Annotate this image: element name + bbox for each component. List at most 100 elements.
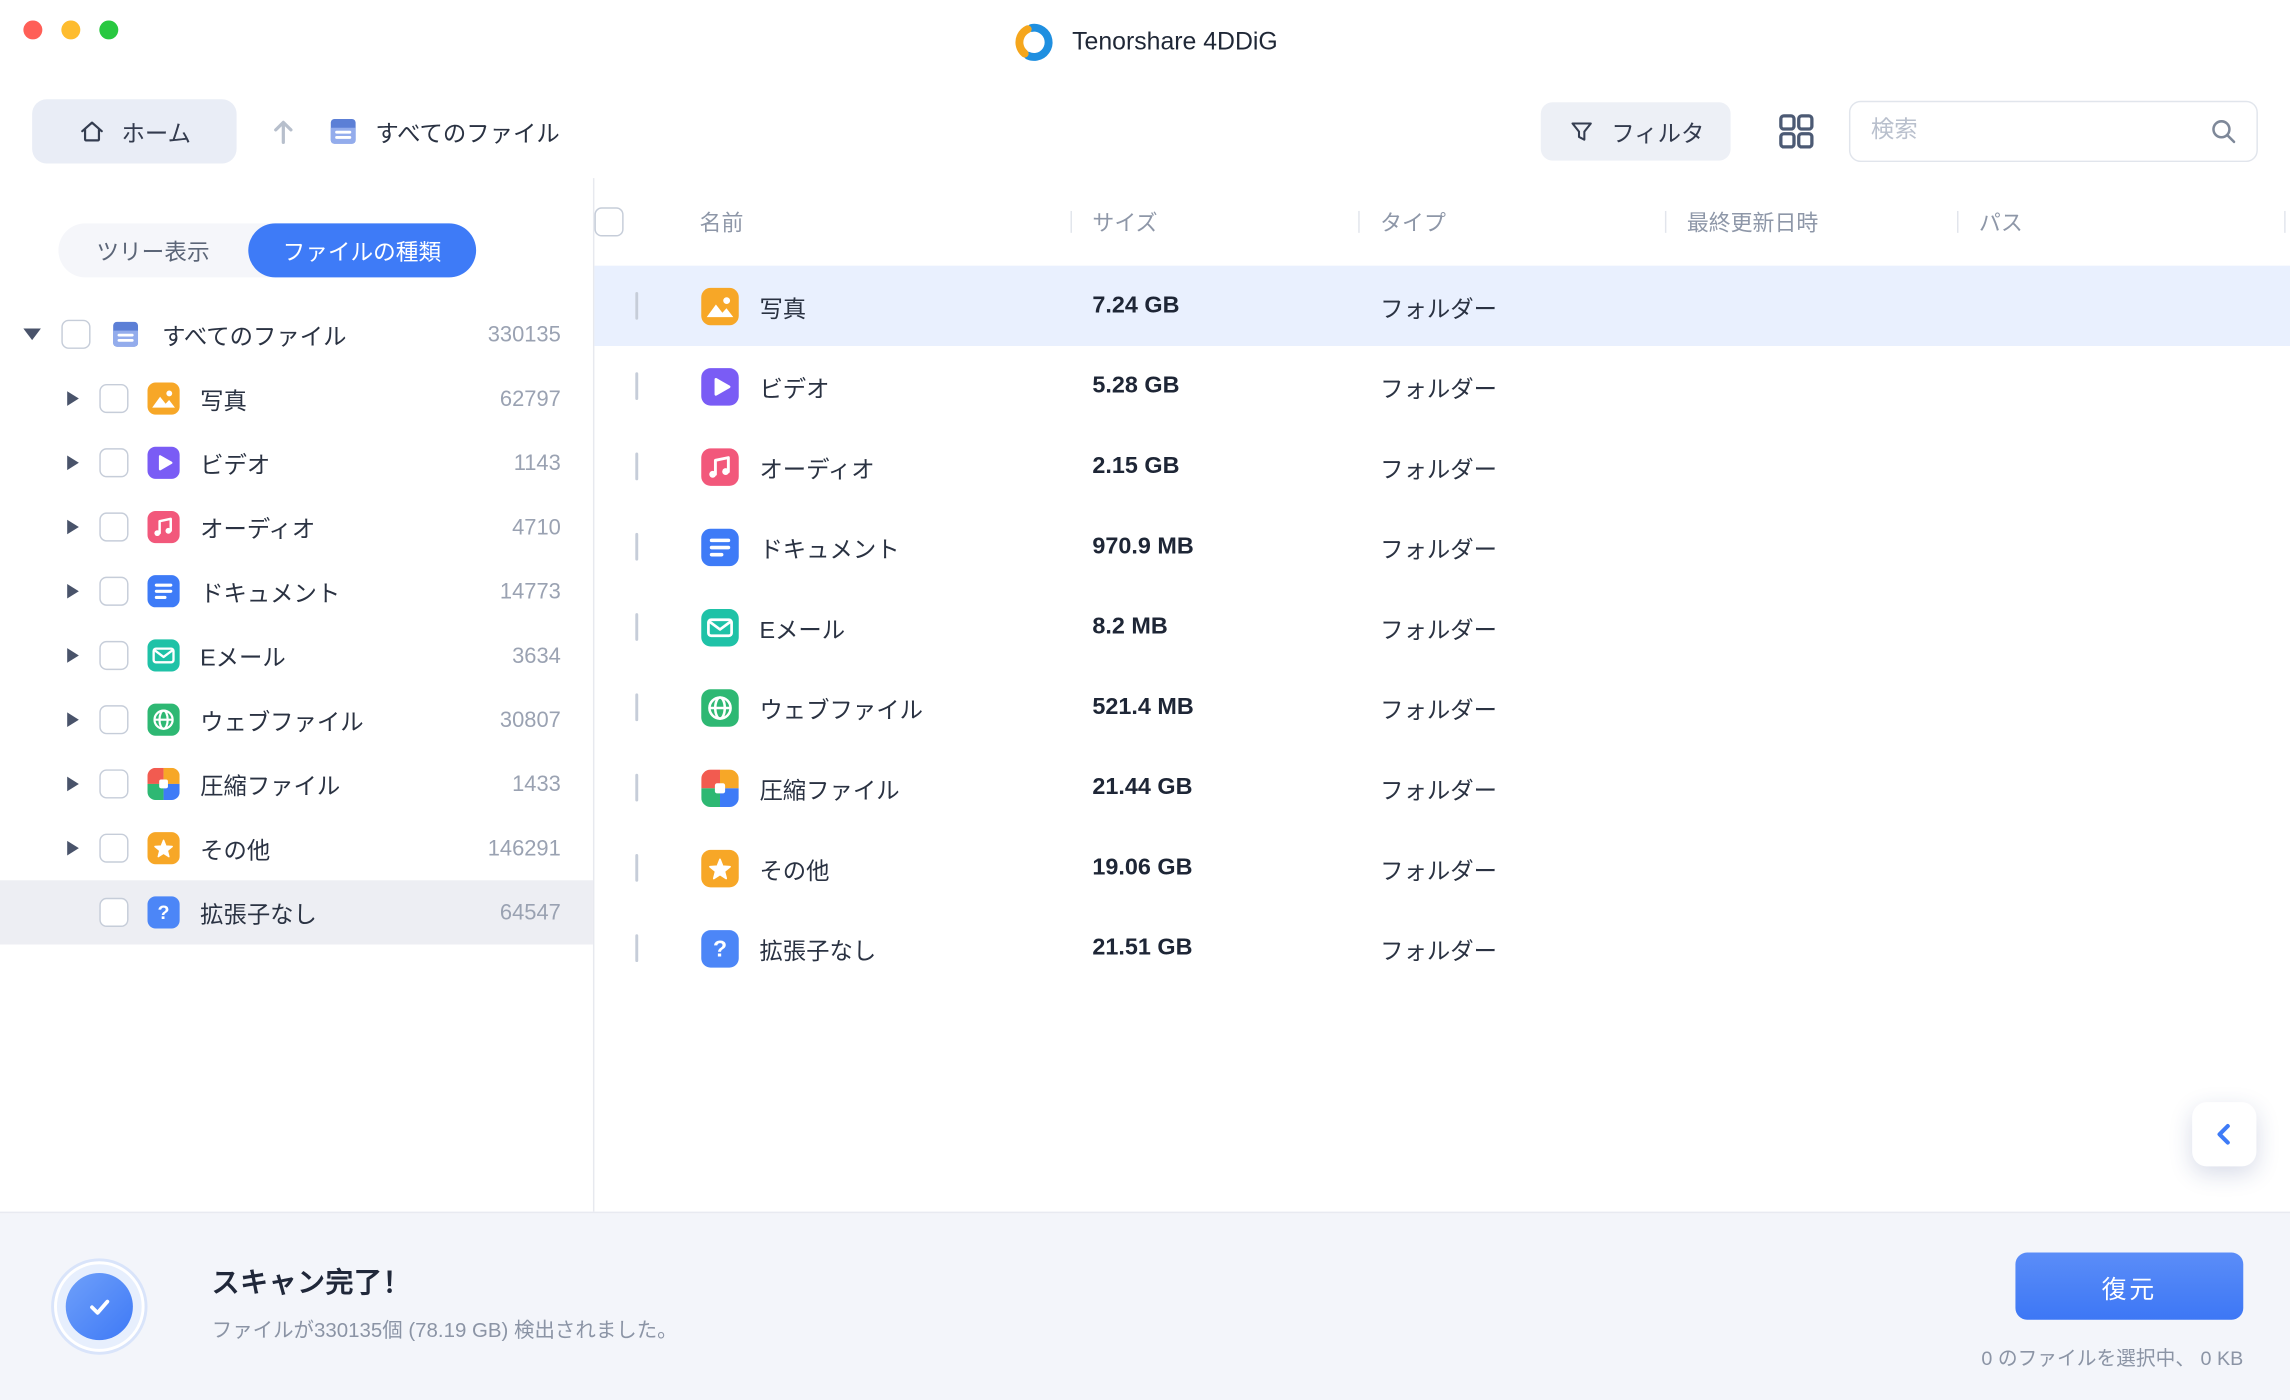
table-row[interactable]: その他 19.06 GB フォルダー — [594, 828, 2290, 908]
table-row[interactable]: ドキュメント 970.9 MB フォルダー — [594, 507, 2290, 587]
checkbox[interactable] — [61, 320, 90, 349]
checkbox[interactable] — [99, 577, 128, 606]
web-icon — [146, 702, 181, 737]
document-icon — [700, 526, 741, 567]
sidebar-item-web-files[interactable]: ウェブファイル 30807 — [0, 688, 593, 752]
tab-file-type[interactable]: ファイルの種類 — [248, 223, 477, 277]
other-icon — [146, 831, 181, 866]
sidebar-item-archives[interactable]: 圧縮ファイル 1433 — [0, 752, 593, 816]
row-checkbox[interactable] — [635, 934, 638, 962]
sidebar-item-photos[interactable]: 写真 62797 — [0, 366, 593, 430]
checkbox[interactable] — [99, 769, 128, 798]
row-checkbox[interactable] — [635, 612, 638, 640]
sidebar-item-count: 64547 — [500, 900, 561, 925]
zoom-button[interactable] — [99, 20, 118, 39]
collapse-panel-button[interactable] — [2192, 1102, 2256, 1166]
sidebar-item-count: 4710 — [512, 515, 561, 540]
scan-complete-badge — [51, 1258, 147, 1354]
table-row[interactable]: オーディオ 2.15 GB フォルダー — [594, 426, 2290, 506]
checkbox[interactable] — [99, 512, 128, 541]
checkbox[interactable] — [99, 384, 128, 413]
disclosure-down-icon[interactable] — [23, 328, 41, 340]
restore-button[interactable]: 復元 — [2015, 1253, 2243, 1320]
sidebar-item-count: 330135 — [488, 322, 561, 347]
filter-button-label: フィルタ — [1611, 113, 1704, 148]
sidebar-item-other[interactable]: その他 146291 — [0, 816, 593, 880]
table-row[interactable]: ウェブファイル 521.4 MB フォルダー — [594, 667, 2290, 747]
navigate-up-button[interactable] — [264, 112, 302, 150]
file-type: フォルダー — [1358, 288, 1665, 323]
file-size: 521.4 MB — [1071, 694, 1359, 720]
row-checkbox[interactable] — [635, 372, 638, 400]
sidebar-item-documents[interactable]: ドキュメント 14773 — [0, 559, 593, 623]
disclosure-right-icon[interactable] — [64, 712, 82, 727]
disclosure-right-icon[interactable] — [64, 455, 82, 470]
disclosure-right-icon[interactable] — [64, 391, 82, 406]
disclosure-right-icon[interactable] — [64, 841, 82, 856]
minimize-button[interactable] — [61, 20, 80, 39]
disclosure-right-icon[interactable] — [64, 520, 82, 535]
disclosure-right-icon[interactable] — [64, 584, 82, 599]
filter-funnel-icon — [1568, 116, 1597, 145]
file-size: 19.06 GB — [1071, 855, 1359, 881]
checkbox[interactable] — [99, 898, 128, 927]
row-checkbox[interactable] — [635, 291, 638, 319]
checkbox[interactable] — [99, 705, 128, 734]
row-checkbox[interactable] — [635, 773, 638, 801]
table-row[interactable]: Eメール 8.2 MB フォルダー — [594, 587, 2290, 667]
table-row[interactable]: 拡張子なし 21.51 GB フォルダー — [594, 908, 2290, 988]
tab-tree-view[interactable]: ツリー表示 — [58, 223, 247, 277]
file-size: 7.24 GB — [1071, 293, 1359, 319]
sidebar-item-email[interactable]: Eメール 3634 — [0, 623, 593, 687]
filter-button[interactable]: フィルタ — [1541, 101, 1730, 159]
checkbox[interactable] — [99, 834, 128, 863]
file-type: フォルダー — [1358, 770, 1665, 805]
scan-status-subtitle: ファイルが330135個 (78.19 GB) 検出されました。 — [212, 1315, 678, 1344]
file-name: 拡張子なし — [759, 931, 876, 966]
file-size: 2.15 GB — [1071, 453, 1359, 479]
table-row[interactable]: 写真 7.24 GB フォルダー — [594, 266, 2290, 346]
sidebar-item-videos[interactable]: ビデオ 1143 — [0, 431, 593, 495]
sidebar-item-count: 62797 — [500, 386, 561, 411]
sidebar-item-no-extension[interactable]: 拡張子なし 64547 — [0, 880, 593, 944]
sidebar-item-count: 30807 — [500, 707, 561, 732]
sidebar-item-audio[interactable]: オーディオ 4710 — [0, 495, 593, 559]
table-row[interactable]: 圧縮ファイル 21.44 GB フォルダー — [594, 747, 2290, 827]
video-icon — [146, 445, 181, 480]
search-input[interactable] — [1849, 100, 2258, 161]
drive-icon — [108, 317, 143, 352]
home-button[interactable]: ホーム — [32, 99, 236, 163]
row-checkbox[interactable] — [635, 532, 638, 560]
sidebar-item-count: 14773 — [500, 579, 561, 604]
home-button-label: ホーム — [122, 113, 191, 148]
row-checkbox[interactable] — [635, 853, 638, 881]
row-checkbox[interactable] — [635, 452, 638, 480]
checkbox[interactable] — [99, 448, 128, 477]
select-all-checkbox[interactable] — [594, 207, 623, 236]
sidebar-item-label: Eメール — [200, 638, 286, 673]
window-controls — [23, 20, 118, 39]
checkbox[interactable] — [99, 641, 128, 670]
disclosure-right-icon[interactable] — [64, 648, 82, 663]
other-icon — [700, 847, 741, 888]
sidebar-item-label: オーディオ — [200, 509, 315, 544]
file-name: 圧縮ファイル — [759, 770, 899, 805]
table-row[interactable]: ビデオ 5.28 GB フォルダー — [594, 346, 2290, 426]
sidebar-item-label: ドキュメント — [200, 574, 340, 609]
grid-view-button[interactable] — [1774, 109, 1818, 153]
row-checkbox[interactable] — [635, 693, 638, 721]
file-name: ウェブファイル — [759, 690, 923, 725]
sidebar-item-all-files[interactable]: すべてのファイル 330135 — [0, 302, 593, 366]
grid-view-icon — [1774, 109, 1818, 153]
breadcrumb-label: すべてのファイル — [375, 113, 559, 148]
sidebar-item-count: 146291 — [488, 836, 561, 861]
sidebar-item-label: ウェブファイル — [200, 702, 364, 737]
video-icon — [700, 366, 741, 407]
disclosure-right-icon[interactable] — [64, 777, 82, 792]
breadcrumb[interactable]: すべてのファイル — [326, 113, 560, 148]
web-icon — [700, 687, 741, 728]
no-extension-icon — [146, 895, 181, 930]
audio-icon — [700, 446, 741, 487]
archive-icon — [700, 767, 741, 808]
close-button[interactable] — [23, 20, 42, 39]
